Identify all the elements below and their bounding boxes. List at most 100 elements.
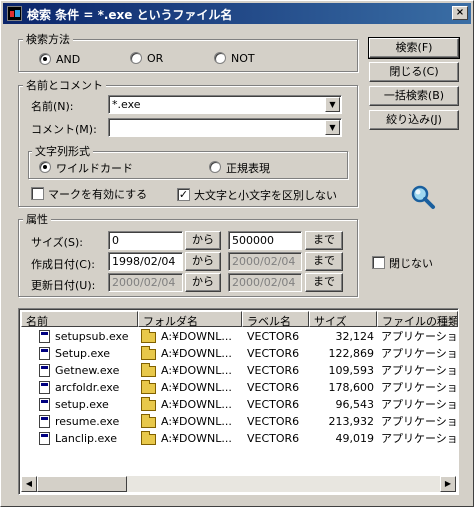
column-header-label[interactable]: ラベル名 [242, 311, 309, 327]
keep-open-label: 閉じない [389, 257, 433, 270]
radio-regex-label: 正規表現 [226, 162, 270, 175]
comment-label: コメント(M): [31, 123, 97, 136]
updated-range-from-button[interactable]: から [185, 273, 221, 292]
radio-wildcard[interactable] [39, 161, 51, 173]
cell-label: VECTOR6 [247, 347, 300, 360]
table-row[interactable]: setup.exe A:¥DOWNL... VECTOR6 96,543 アプリケーショ… [21, 396, 456, 413]
batch-search-button[interactable]: 一括検索(B) [369, 86, 459, 106]
radio-and-label: AND [56, 53, 81, 66]
cell-label: VECTOR6 [247, 364, 300, 377]
cell-label: VECTOR6 [247, 415, 300, 428]
close-button[interactable]: 閉じる(C) [369, 62, 459, 82]
cell-folder: A:¥DOWNL... [161, 432, 232, 445]
cell-folder: A:¥DOWNL... [161, 347, 232, 360]
narrow-down-button[interactable]: 絞り込み(J) [369, 110, 459, 130]
column-header-type[interactable]: ファイルの種類 [377, 311, 458, 327]
cell-folder: A:¥DOWNL... [161, 398, 232, 411]
cell-folder: A:¥DOWNL... [161, 364, 232, 377]
cell-size: 49,019 [335, 432, 375, 445]
size-to-input[interactable]: 500000 [228, 231, 302, 250]
cell-type: アプリケーション [381, 415, 456, 428]
name-label: 名前(N): [31, 100, 74, 113]
case-insensitive-checkbox[interactable]: ✓ [177, 188, 190, 201]
cell-size: 178,600 [328, 381, 375, 394]
magnifier-icon [411, 185, 435, 209]
table-row[interactable]: setupsub.exe A:¥DOWNL... VECTOR6 32,124 アプリケ… [21, 328, 456, 345]
scroll-right-icon[interactable]: ▶ [440, 476, 456, 492]
cell-type: アプリケーション [381, 364, 456, 377]
cell-label: VECTOR6 [247, 381, 300, 394]
exe-file-icon [39, 330, 50, 343]
radio-not-label: NOT [231, 52, 255, 65]
table-row[interactable]: Lanclip.exe A:¥DOWNL... VECTOR6 49,019 アプリケー… [21, 430, 456, 447]
cell-type: アプリケーション [381, 347, 456, 360]
table-row[interactable]: Setup.exe A:¥DOWNL... VECTOR6 122,869 アプリケーシ… [21, 345, 456, 362]
table-row[interactable]: arcfoldr.exe A:¥DOWNL... VECTOR6 178,600 アプリ… [21, 379, 456, 396]
size-range-from-button[interactable]: から [185, 231, 221, 250]
folder-icon [141, 431, 156, 445]
cell-label: VECTOR6 [247, 398, 300, 411]
table-row[interactable]: Getnew.exe A:¥DOWNL... VECTOR6 109,593 アプリケー… [21, 362, 456, 379]
mark-enable-label: マークを有効にする [48, 188, 148, 201]
column-header-name[interactable]: 名前 [21, 311, 138, 327]
folder-icon [141, 329, 156, 343]
size-from-input[interactable]: 0 [108, 231, 183, 250]
window-title: 検索 条件 = *.exe というファイル名 [27, 8, 233, 22]
chevron-down-icon[interactable]: ▼ [325, 97, 340, 112]
cell-size: 109,593 [328, 364, 375, 377]
search-button[interactable]: 検索(F) [368, 37, 460, 59]
exe-file-icon [39, 398, 50, 411]
cell-size: 32,124 [335, 330, 375, 343]
created-from-input[interactable]: 1998/02/04 [108, 252, 183, 271]
cell-label: VECTOR6 [247, 432, 300, 445]
cell-folder: A:¥DOWNL... [161, 415, 232, 428]
cell-name: resume.exe [55, 415, 120, 428]
updated-label: 更新日付(U): [31, 279, 96, 292]
radio-and[interactable] [39, 53, 51, 65]
name-combo[interactable]: *.exe ▼ [108, 95, 342, 114]
table-row[interactable]: resume.exe A:¥DOWNL... VECTOR6 213,932 アプリケー… [21, 413, 456, 430]
created-to-input[interactable]: 2000/02/04 [228, 252, 302, 271]
exe-file-icon [39, 347, 50, 360]
horizontal-scrollbar[interactable]: ◀ ▶ [21, 476, 456, 492]
radio-or[interactable] [130, 52, 142, 64]
cell-size: 122,869 [328, 347, 375, 360]
column-header-size[interactable]: サイズ [309, 311, 377, 327]
scroll-thumb[interactable] [37, 476, 127, 492]
radio-regex[interactable] [209, 161, 221, 173]
updated-from-input[interactable]: 2000/02/04 [108, 273, 183, 292]
close-window-button[interactable]: × [452, 6, 468, 20]
string-format-legend: 文字列形式 [32, 143, 93, 159]
chevron-down-icon[interactable]: ▼ [325, 120, 340, 135]
search-method-legend: 検索方法 [23, 31, 73, 47]
folder-icon [141, 397, 156, 411]
updated-range-to-button[interactable]: まで [305, 273, 343, 292]
results-list[interactable]: 名前 フォルダ名 ラベル名 サイズ ファイルの種類 setupsub.exe A:… [18, 308, 459, 495]
folder-icon [141, 414, 156, 428]
updated-to-input[interactable]: 2000/02/04 [228, 273, 302, 292]
cell-type: アプリケーション [381, 381, 456, 394]
comment-combo[interactable]: ▼ [108, 118, 342, 137]
cell-size: 213,932 [328, 415, 375, 428]
cell-folder: A:¥DOWNL... [161, 381, 232, 394]
name-combo-value: *.exe [112, 98, 141, 111]
exe-file-icon [39, 432, 50, 445]
app-icon [7, 6, 22, 21]
size-range-to-button[interactable]: まで [305, 231, 343, 250]
radio-not[interactable] [214, 52, 226, 64]
scroll-left-icon[interactable]: ◀ [21, 476, 37, 492]
cell-name: Setup.exe [55, 347, 111, 360]
folder-icon [141, 380, 156, 394]
attributes-legend: 属性 [23, 211, 51, 227]
column-header-folder[interactable]: フォルダ名 [138, 311, 242, 327]
created-range-to-button[interactable]: まで [305, 252, 343, 271]
title-bar[interactable]: 検索 条件 = *.exe というファイル名 × [3, 3, 471, 24]
cell-folder: A:¥DOWNL... [161, 330, 232, 343]
mark-enable-checkbox[interactable] [31, 187, 44, 200]
exe-file-icon [39, 415, 50, 428]
keep-open-checkbox[interactable] [372, 256, 385, 269]
exe-file-icon [39, 364, 50, 377]
cell-type: アプリケーション [381, 330, 456, 343]
cell-name: setupsub.exe [55, 330, 129, 343]
created-range-from-button[interactable]: から [185, 252, 221, 271]
